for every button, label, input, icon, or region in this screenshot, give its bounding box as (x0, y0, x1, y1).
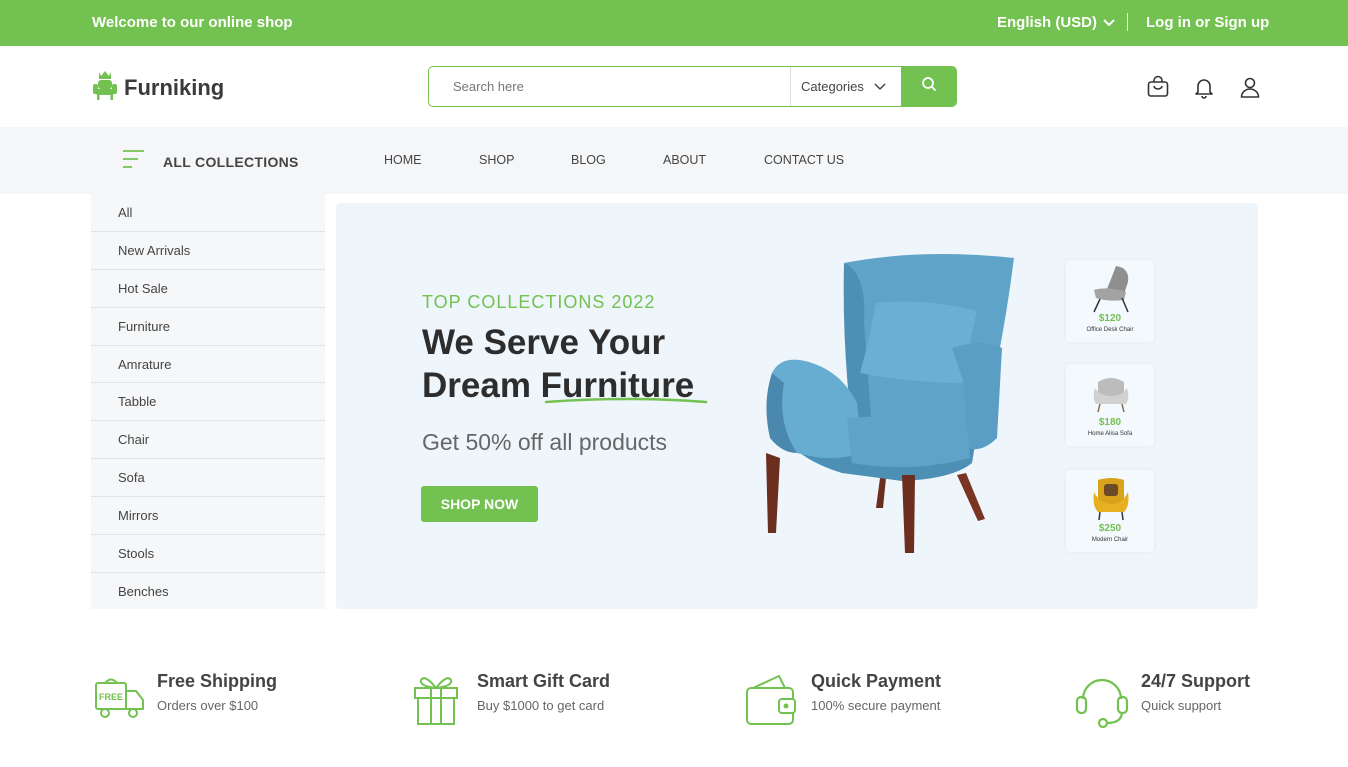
product-thumb[interactable]: $120 Office Desk Chair (1066, 260, 1154, 342)
office-chair-image (1093, 266, 1129, 313)
hero-subtitle: Get 50% off all products (422, 429, 668, 455)
language-label: English (USD) (997, 14, 1097, 31)
all-collections-label: ALL COLLECTIONS (163, 153, 299, 170)
search-button[interactable] (901, 67, 956, 106)
categories-label: Categories (801, 79, 864, 94)
thumb-price: $120 (1098, 313, 1122, 324)
nav-bar: ALL COLLECTIONS HOME SHOP BLOG ABOUT CON… (0, 127, 1348, 194)
truck-icon: FREE (91, 675, 145, 726)
feature-title: Free Shipping (157, 671, 278, 691)
logo-text: Furniking (124, 74, 225, 100)
nav-blog[interactable]: BLOG (571, 153, 606, 167)
chevron-down-icon (874, 79, 886, 94)
feature-title: Quick Payment (811, 671, 942, 691)
divider (1127, 13, 1128, 31)
feature-subtitle: 100% secure payment (811, 698, 941, 713)
login-signup-link[interactable]: Log in or Sign up (1146, 14, 1269, 31)
headline-line-1: We Serve Your (422, 323, 666, 362)
nav-home[interactable]: HOME (384, 153, 422, 167)
gift-icon (411, 672, 461, 731)
categories-dropdown[interactable]: Categories (790, 67, 901, 106)
welcome-text: Welcome to our online shop (92, 14, 293, 31)
sofa-chair-image (1093, 378, 1129, 413)
category-item[interactable]: Amrature (91, 346, 325, 384)
product-thumb[interactable]: $180 Home Alisa Sofa (1066, 364, 1154, 446)
hero-headline: We Serve Your Dream Furniture (422, 321, 694, 407)
category-item[interactable]: Mirrors (91, 497, 325, 536)
thumb-name: Modern Chair (1091, 537, 1129, 543)
search-icon (921, 76, 937, 97)
category-item[interactable]: Stools (91, 535, 325, 573)
cart-icon[interactable] (1146, 75, 1170, 99)
headline-word-dream: Dream (422, 366, 541, 405)
header-icons (1146, 75, 1262, 99)
category-item[interactable]: Tabble (91, 383, 325, 422)
hero-eyebrow: TOP COLLECTIONS 2022 (422, 292, 656, 312)
nav-shop[interactable]: SHOP (479, 153, 514, 167)
hero-banner: TOP COLLECTIONS 2022 We Serve Your Dream… (336, 203, 1258, 609)
search-bar: Categories (428, 66, 957, 107)
category-item[interactable]: Hot Sale (91, 270, 325, 308)
feature-subtitle: Buy $1000 to get card (477, 698, 605, 713)
bell-icon[interactable] (1192, 75, 1216, 99)
feature-support: 24/7 Support Quick support (1075, 671, 1250, 734)
thumb-name: Home Alisa Sofa (1087, 431, 1133, 437)
thumb-name: Office Desk Chair (1086, 327, 1134, 333)
category-item[interactable]: Benches (91, 573, 325, 611)
feature-subtitle: Quick support (1141, 698, 1222, 713)
armchair-image (766, 254, 1014, 553)
language-selector[interactable]: English (USD) (997, 14, 1115, 31)
shop-now-button[interactable]: SHOP NOW (421, 486, 538, 522)
feature-title: Smart Gift Card (477, 671, 611, 691)
modern-chair-image (1093, 478, 1129, 521)
product-thumb[interactable]: $250 Modern Chair (1066, 470, 1154, 552)
logo[interactable]: Furniking (90, 68, 224, 107)
headline-underline (544, 397, 708, 404)
feature-free-shipping: FREE Free Shipping Orders over $100 (91, 671, 277, 726)
user-icon[interactable] (1238, 75, 1262, 99)
chair-crown-logo-icon (90, 68, 120, 107)
all-collections-button[interactable]: ALL COLLECTIONS (122, 149, 299, 174)
category-item[interactable]: All (91, 194, 325, 232)
feature-subtitle: Orders over $100 (157, 698, 259, 713)
svg-text:FREE: FREE (99, 692, 123, 702)
thumb-price: $250 (1098, 523, 1122, 534)
menu-icon (122, 149, 145, 174)
nav-contact[interactable]: CONTACT US (764, 153, 844, 167)
thumb-price: $180 (1098, 417, 1122, 428)
feature-gift-card: Smart Gift Card Buy $1000 to get card (411, 671, 610, 731)
search-input[interactable] (429, 67, 790, 106)
category-item[interactable]: Furniture (91, 308, 325, 346)
headset-icon (1075, 671, 1129, 734)
chevron-down-icon (1103, 14, 1115, 31)
category-item[interactable]: New Arrivals (91, 232, 325, 270)
feature-quick-payment: Quick Payment 100% secure payment (745, 671, 941, 731)
category-sidebar: All New Arrivals Hot Sale Furniture Amra… (91, 194, 325, 609)
nav-about[interactable]: ABOUT (663, 153, 706, 167)
header: Furniking Categories (0, 46, 1348, 127)
category-item[interactable]: Chair (91, 421, 325, 460)
top-bar: Welcome to our online shop English (USD)… (0, 0, 1348, 46)
wallet-icon (745, 672, 797, 731)
category-item[interactable]: Sofa (91, 459, 325, 498)
feature-title: 24/7 Support (1141, 671, 1251, 691)
